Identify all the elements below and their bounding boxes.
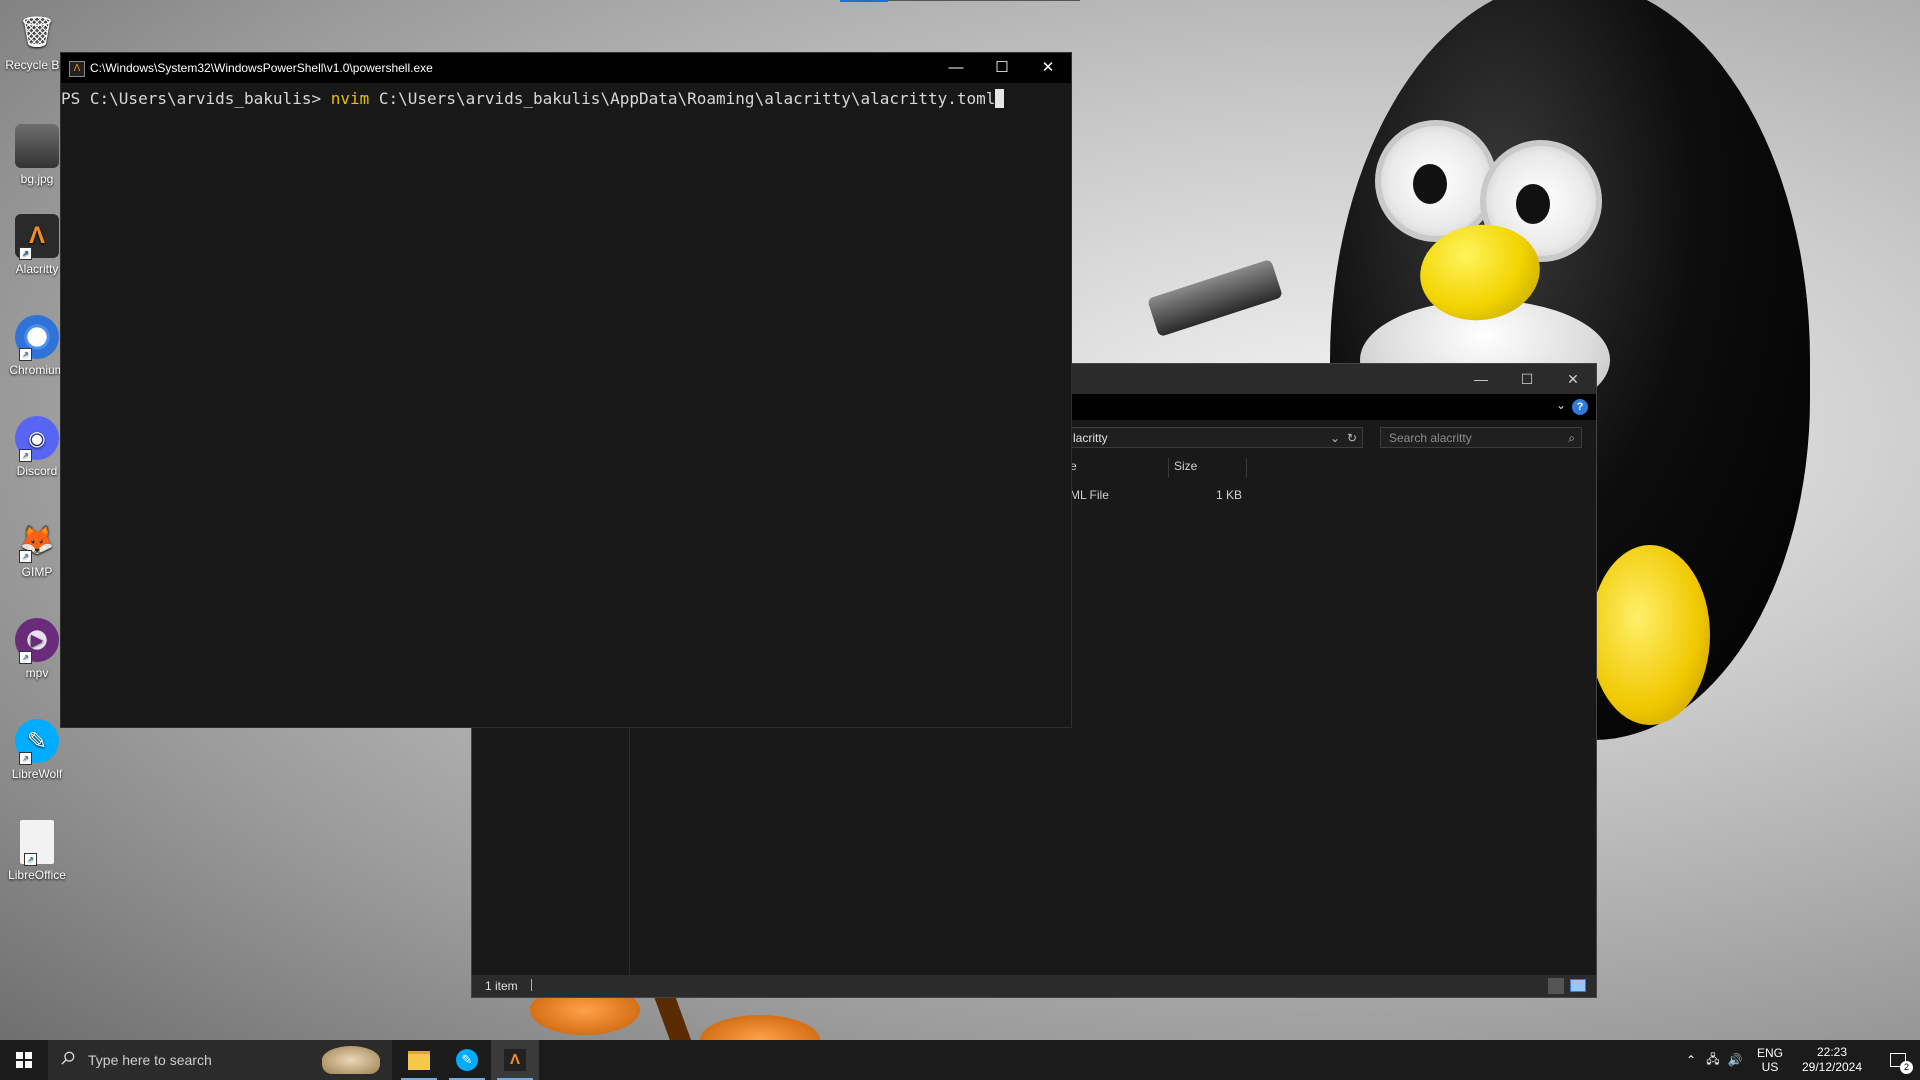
close-button[interactable]: ✕ [1025,53,1071,83]
windows-logo-icon [16,1052,32,1068]
chevron-down-icon[interactable]: ⌄ [1556,398,1566,412]
refresh-icon[interactable]: ↻ [1347,428,1357,449]
search-input[interactable]: Search alacritty ⌕ [1380,427,1582,448]
time: 22:23 [1816,1045,1848,1059]
notification-icon: 2 [1890,1053,1913,1074]
desktop-icon-label: LibreWolf [11,767,63,781]
taskbar-search-placeholder: Type here to search [88,1052,212,1068]
notification-count-badge: 2 [1900,1061,1913,1074]
close-button[interactable]: ✕ [1550,364,1596,394]
region-code: US [1761,1060,1779,1074]
powershell-titlebar[interactable]: Λ C:\Windows\System32\WindowsPowerShell\… [61,53,1071,83]
mpv-icon: ▶ ↗ [15,618,59,664]
libreoffice-icon: ↗ [20,820,54,866]
status-bar: 1 item [472,975,1596,997]
desktop-icon-libreoffice[interactable]: ↗ LibreOffice [0,814,74,882]
input-language[interactable]: ENG US [1752,1040,1788,1080]
wallpaper-penguin-eye [1375,120,1497,242]
alacritty-icon: Λ [504,1049,526,1071]
help-icon[interactable]: ? [1572,399,1588,415]
taskbar-alacritty[interactable]: Λ [491,1040,539,1080]
recycle-bin-icon: 🗑 [17,15,57,49]
search-icon [61,1051,75,1065]
image-file-icon [15,124,59,168]
terminal-cursor [995,89,1005,108]
chromium-icon: ↗ [15,315,59,361]
show-hidden-icons-chevron-up-icon[interactable]: ⌃ [1680,1040,1702,1080]
librewolf-icon: ✎ ↗ [15,719,59,765]
taskbar-file-explorer[interactable] [395,1040,443,1080]
system-tray: ⌃ 🖧 🔊 ENG US 22:23 29/12/2024 2 [1680,1040,1920,1080]
wallpaper-revolver [1147,258,1283,338]
window-title: C:\Windows\System32\WindowsPowerShell\v1… [90,61,433,75]
top-accent-line [888,0,1080,1]
librewolf-icon: ✎ [456,1049,478,1071]
chevron-down-icon[interactable]: ⌄ [1330,428,1340,449]
top-accent-bar [840,0,888,2]
clock[interactable]: 22:23 29/12/2024 [1792,1040,1872,1080]
desktop-icon-label: LibreOffice [8,868,66,882]
terminal-command: nvim [330,89,370,108]
start-button[interactable] [0,1040,48,1080]
taskbar: Type here to search ✎ Λ ⌃ 🖧 🔊 ENG US 22:… [0,1040,1920,1080]
item-count: 1 item [485,979,518,993]
discord-icon: ◉ ↗ [15,416,59,462]
details-view-icon[interactable] [1548,978,1564,994]
date: 29/12/2024 [1801,1060,1863,1074]
file-size-cell: 1 KB [1216,488,1243,502]
taskbar-search[interactable]: Type here to search [48,1040,392,1080]
desktop: 🗑 Recycle Bin bg.jpg Λ ↗ Alacritty ↗ Chro… [0,0,1920,1080]
terminal-argument: C:\Users\arvids_bakulis\AppData\Roaming\… [369,89,996,108]
network-icon[interactable]: 🖧 [1702,1040,1724,1080]
powershell-window: Λ C:\Windows\System32\WindowsPowerShell\… [60,52,1072,728]
minimize-button[interactable]: — [933,53,979,83]
minimize-button[interactable]: — [1458,364,1504,394]
column-header-size[interactable]: Size [1174,454,1197,478]
search-highlight-icon [322,1046,380,1074]
action-center-button[interactable]: 2 [1878,1040,1918,1080]
terminal-prompt: PS C:\Users\arvids_bakulis> [61,89,331,108]
maximize-button[interactable]: ☐ [1504,364,1550,394]
alacritty-icon: Λ ↗ [15,214,59,260]
gimp-icon: 🦊 ↗ [19,523,55,563]
maximize-button[interactable]: ☐ [979,53,1025,83]
large-icons-view-icon[interactable] [1570,979,1586,992]
search-placeholder: Search alacritty [1389,431,1472,445]
language-code: ENG [1756,1046,1783,1060]
search-icon: ⌕ [1568,431,1575,445]
volume-icon[interactable]: 🔊 [1724,1040,1746,1080]
taskbar-librewolf[interactable]: ✎ [443,1040,491,1080]
wallpaper-penguin-foot [1590,545,1710,725]
address-bar[interactable]: lacritty ⌄ ↻ [1068,427,1363,448]
address-text: lacritty [1073,431,1108,445]
file-type-cell: ML File [1070,488,1109,502]
alacritty-icon: Λ [69,61,85,77]
folder-icon [408,1050,430,1070]
terminal-content[interactable]: PS C:\Users\arvids_bakulis> nvim C:\User… [61,83,1071,108]
